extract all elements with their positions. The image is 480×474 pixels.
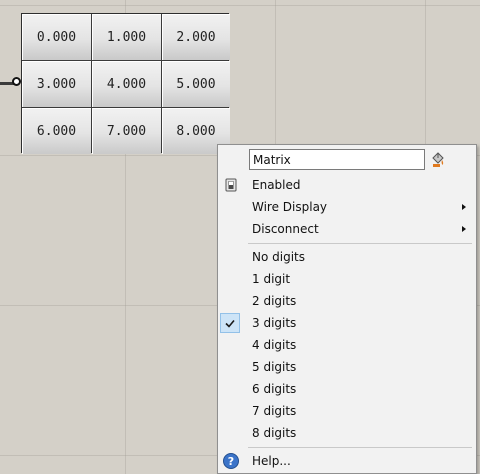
help-icon: ? bbox=[222, 452, 240, 470]
enabled-switch-icon bbox=[222, 176, 240, 194]
input-grip[interactable] bbox=[12, 77, 21, 86]
menu-item-label: Wire Display bbox=[252, 200, 328, 214]
checkmark-icon bbox=[220, 313, 240, 333]
matrix-cell: 7.000 bbox=[92, 108, 161, 154]
matrix-cell: 5.000 bbox=[162, 61, 230, 107]
menu-item-3-digits[interactable]: 3 digits bbox=[218, 312, 476, 334]
menu-item-7-digits[interactable]: 7 digits bbox=[218, 400, 476, 422]
menu-item-label: Enabled bbox=[252, 178, 301, 192]
menu-item-enabled[interactable]: Enabled bbox=[218, 174, 476, 196]
matrix-panel[interactable]: 0.000 1.000 2.000 3.000 4.000 5.000 6.00… bbox=[21, 13, 230, 154]
submenu-arrow-icon bbox=[462, 204, 466, 210]
matrix-cell: 1.000 bbox=[92, 14, 161, 60]
menu-item-5-digits[interactable]: 5 digits bbox=[218, 356, 476, 378]
menu-item-8-digits[interactable]: 8 digits bbox=[218, 422, 476, 444]
menu-item-label: 6 digits bbox=[252, 382, 297, 396]
menu-item-no-digits[interactable]: No digits bbox=[218, 246, 476, 268]
menu-item-label: 1 digit bbox=[252, 272, 291, 286]
menu-item-1-digit[interactable]: 1 digit bbox=[218, 268, 476, 290]
svg-text:?: ? bbox=[228, 455, 234, 468]
menu-separator bbox=[248, 447, 472, 448]
matrix-cell: 4.000 bbox=[92, 61, 161, 107]
menu-item-label: 2 digits bbox=[252, 294, 297, 308]
menu-item-label: 5 digits bbox=[252, 360, 297, 374]
menu-item-wire-display[interactable]: Wire Display bbox=[218, 196, 476, 218]
matrix-cell: 2.000 bbox=[162, 14, 230, 60]
matrix-cell: 6.000 bbox=[22, 108, 91, 154]
submenu-arrow-icon bbox=[462, 226, 466, 232]
matrix-cell: 0.000 bbox=[22, 14, 91, 60]
menu-item-help[interactable]: ? Help... bbox=[218, 450, 476, 472]
menu-item-label: Help... bbox=[252, 454, 291, 468]
menu-separator bbox=[248, 243, 472, 244]
menu-item-6-digits[interactable]: 6 digits bbox=[218, 378, 476, 400]
menu-item-2-digits[interactable]: 2 digits bbox=[218, 290, 476, 312]
menu-item-disconnect[interactable]: Disconnect bbox=[218, 218, 476, 240]
canvas[interactable]: 0.000 1.000 2.000 3.000 4.000 5.000 6.00… bbox=[0, 0, 480, 474]
name-input[interactable] bbox=[249, 149, 425, 170]
menu-item-label: Disconnect bbox=[252, 222, 319, 236]
paint-bucket-icon[interactable] bbox=[430, 152, 446, 168]
context-menu: Enabled Wire Display Disconnect No digit… bbox=[217, 144, 477, 474]
menu-item-label: 3 digits bbox=[252, 316, 297, 330]
matrix-cell: 3.000 bbox=[22, 61, 91, 107]
menu-item-label: No digits bbox=[252, 250, 305, 264]
menu-item-4-digits[interactable]: 4 digits bbox=[218, 334, 476, 356]
name-row bbox=[218, 148, 476, 172]
menu-item-label: 7 digits bbox=[252, 404, 297, 418]
menu-item-label: 8 digits bbox=[252, 426, 297, 440]
menu-item-label: 4 digits bbox=[252, 338, 297, 352]
